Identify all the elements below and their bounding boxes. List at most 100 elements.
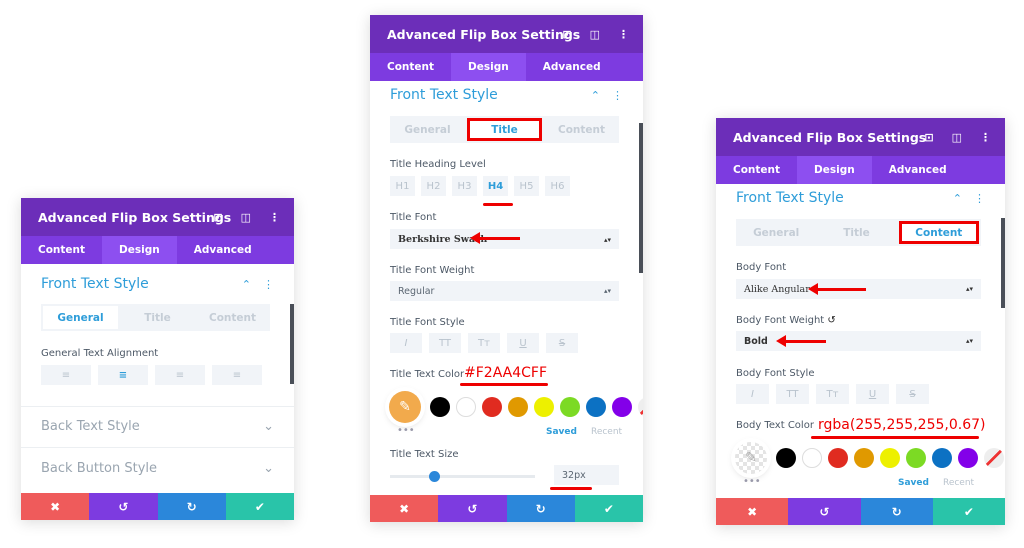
- tab-content[interactable]: Content: [21, 236, 102, 264]
- section-title[interactable]: Front Text Style: [41, 276, 149, 292]
- section-title[interactable]: Front Text Style: [390, 87, 498, 103]
- section-title[interactable]: Front Text Style: [736, 190, 844, 206]
- color-swatch[interactable]: [456, 397, 476, 417]
- tab-design[interactable]: Design: [102, 236, 177, 264]
- color-picker-button[interactable]: ✎: [389, 391, 421, 423]
- scrollbar[interactable]: [290, 304, 294, 384]
- recent-colors-tab[interactable]: Recent: [591, 427, 622, 437]
- smallcaps-button[interactable]: Tт: [816, 384, 849, 404]
- tab-content[interactable]: Content: [716, 156, 797, 184]
- strikethrough-button[interactable]: S: [546, 333, 578, 353]
- redo-button[interactable]: ↻: [860, 498, 933, 525]
- more-icon[interactable]: ⋮: [618, 28, 629, 41]
- subtab-general[interactable]: General: [390, 116, 465, 143]
- align-center-button[interactable]: ≡: [98, 365, 148, 385]
- subtab-content[interactable]: Content: [195, 304, 270, 331]
- redo-button[interactable]: ↻: [506, 495, 575, 522]
- more-icon[interactable]: ⋮: [980, 131, 991, 144]
- title-size-input[interactable]: 32px: [554, 465, 619, 485]
- color-swatch[interactable]: [802, 448, 822, 468]
- subtab-title[interactable]: Title: [120, 304, 195, 331]
- focus-icon[interactable]: ⊡: [924, 131, 933, 144]
- reset-icon[interactable]: ↺: [827, 315, 835, 326]
- body-font-weight-select[interactable]: Bold ▴▾: [736, 331, 981, 351]
- subtab-title[interactable]: Title: [816, 219, 896, 246]
- italic-button[interactable]: I: [390, 333, 422, 353]
- saved-colors-tab[interactable]: Saved: [898, 478, 929, 488]
- redo-button[interactable]: ↻: [157, 493, 226, 520]
- italic-button[interactable]: I: [736, 384, 769, 404]
- cancel-button[interactable]: ✖: [21, 493, 90, 520]
- focus-icon[interactable]: ⊡: [562, 28, 571, 41]
- cancel-button[interactable]: ✖: [370, 495, 439, 522]
- heading-h1-button[interactable]: H1: [390, 176, 415, 196]
- color-swatch[interactable]: [776, 448, 796, 468]
- recent-colors-tab[interactable]: Recent: [943, 478, 974, 488]
- save-button[interactable]: ✔: [932, 498, 1005, 525]
- heading-h5-button[interactable]: H5: [514, 176, 539, 196]
- tab-advanced[interactable]: Advanced: [526, 53, 618, 81]
- heading-h3-button[interactable]: H3: [452, 176, 477, 196]
- color-swatch[interactable]: [482, 397, 502, 417]
- no-color-swatch[interactable]: [984, 448, 1004, 468]
- uppercase-button[interactable]: TT: [429, 333, 461, 353]
- color-swatch[interactable]: [906, 448, 926, 468]
- tab-advanced[interactable]: Advanced: [872, 156, 964, 184]
- title-size-slider[interactable]: [390, 471, 535, 482]
- underline-button[interactable]: U: [507, 333, 539, 353]
- strikethrough-button[interactable]: S: [896, 384, 929, 404]
- split-view-icon[interactable]: ◫: [241, 211, 251, 224]
- tab-advanced[interactable]: Advanced: [177, 236, 269, 264]
- more-icon[interactable]: ⋮: [263, 278, 274, 291]
- save-button[interactable]: ✔: [225, 493, 294, 520]
- heading-h4-button[interactable]: H4: [483, 176, 508, 196]
- saved-colors-tab[interactable]: Saved: [546, 427, 577, 437]
- tab-content[interactable]: Content: [370, 53, 451, 81]
- focus-icon[interactable]: ⊡: [213, 211, 222, 224]
- no-color-swatch[interactable]: [638, 397, 643, 417]
- more-icon[interactable]: ⋮: [612, 89, 623, 102]
- split-view-icon[interactable]: ◫: [590, 28, 600, 41]
- heading-h6-button[interactable]: H6: [545, 176, 570, 196]
- chevron-up-icon[interactable]: ⌃: [953, 192, 962, 205]
- scrollbar[interactable]: [639, 123, 643, 273]
- color-picker-button[interactable]: ✎: [735, 442, 767, 474]
- align-justify-button[interactable]: ≡: [212, 365, 262, 385]
- color-swatch[interactable]: [932, 448, 952, 468]
- undo-button[interactable]: ↺: [788, 498, 861, 525]
- chevron-up-icon[interactable]: ⌃: [591, 89, 600, 102]
- color-swatch[interactable]: [854, 448, 874, 468]
- color-swatch[interactable]: [534, 397, 554, 417]
- section-back-button-style[interactable]: Back Button Style ⌄: [41, 461, 274, 476]
- tab-design[interactable]: Design: [451, 53, 526, 81]
- subtab-general[interactable]: General: [43, 306, 118, 329]
- section-back-text-style[interactable]: Back Text Style ⌄: [41, 419, 274, 434]
- chevron-up-icon[interactable]: ⌃: [242, 278, 251, 291]
- more-colors-icon[interactable]: •••: [397, 425, 415, 436]
- heading-h2-button[interactable]: H2: [421, 176, 446, 196]
- more-colors-icon[interactable]: •••: [743, 476, 761, 487]
- smallcaps-button[interactable]: Tт: [468, 333, 500, 353]
- save-button[interactable]: ✔: [574, 495, 643, 522]
- color-swatch[interactable]: [508, 397, 528, 417]
- subtab-content[interactable]: Content: [544, 116, 619, 143]
- more-icon[interactable]: ⋮: [974, 192, 985, 205]
- split-view-icon[interactable]: ◫: [952, 131, 962, 144]
- slider-handle[interactable]: [428, 471, 440, 482]
- color-swatch[interactable]: [958, 448, 978, 468]
- color-swatch[interactable]: [828, 448, 848, 468]
- underline-button[interactable]: U: [856, 384, 889, 404]
- title-font-weight-select[interactable]: Regular ▴▾: [390, 281, 619, 301]
- color-swatch[interactable]: [612, 397, 632, 417]
- cancel-button[interactable]: ✖: [716, 498, 789, 525]
- align-left-button[interactable]: ≡: [41, 365, 91, 385]
- color-swatch[interactable]: [430, 397, 450, 417]
- scrollbar[interactable]: [1001, 218, 1005, 308]
- undo-button[interactable]: ↺: [89, 493, 158, 520]
- subtab-general[interactable]: General: [736, 219, 816, 246]
- subtab-content[interactable]: Content: [898, 221, 979, 244]
- subtab-title[interactable]: Title: [467, 118, 542, 141]
- uppercase-button[interactable]: TT: [776, 384, 809, 404]
- tab-design[interactable]: Design: [797, 156, 872, 184]
- undo-button[interactable]: ↺: [438, 495, 507, 522]
